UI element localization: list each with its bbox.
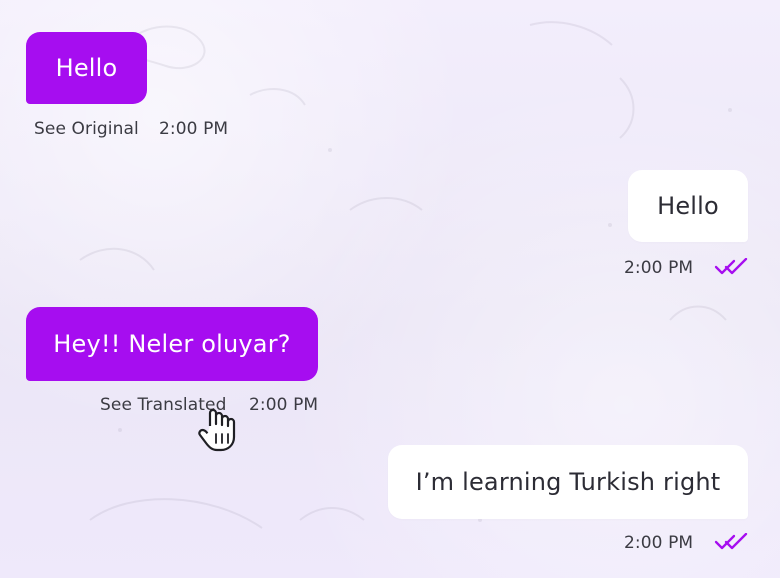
hand-pointer-icon [198, 408, 236, 452]
message-bubble-incoming[interactable]: Hello [26, 32, 147, 104]
message-time: 2:00 PM [159, 119, 229, 139]
message-time: 2:00 PM [624, 258, 694, 278]
message-bubble-outgoing[interactable]: Hello [628, 170, 748, 242]
chat-thread: Hello See Original 2:00 PM Hello 2:00 PM… [0, 0, 780, 578]
message-bubble-outgoing[interactable]: I’m learning Turkish right [388, 445, 748, 519]
message-time: 2:00 PM [249, 395, 319, 415]
message-bubble-incoming[interactable]: Hey!! Neler oluyar? [26, 307, 318, 381]
message-text: Hello [657, 192, 719, 220]
message-text: Hello [55, 54, 118, 82]
message-time: 2:00 PM [624, 533, 694, 553]
message-text: I’m learning Turkish right [415, 468, 721, 496]
see-original-link[interactable]: See Original [34, 119, 139, 139]
message-text: Hey!! Neler oluyar? [53, 330, 291, 358]
double-check-icon [714, 258, 748, 275]
double-check-icon [714, 533, 748, 550]
